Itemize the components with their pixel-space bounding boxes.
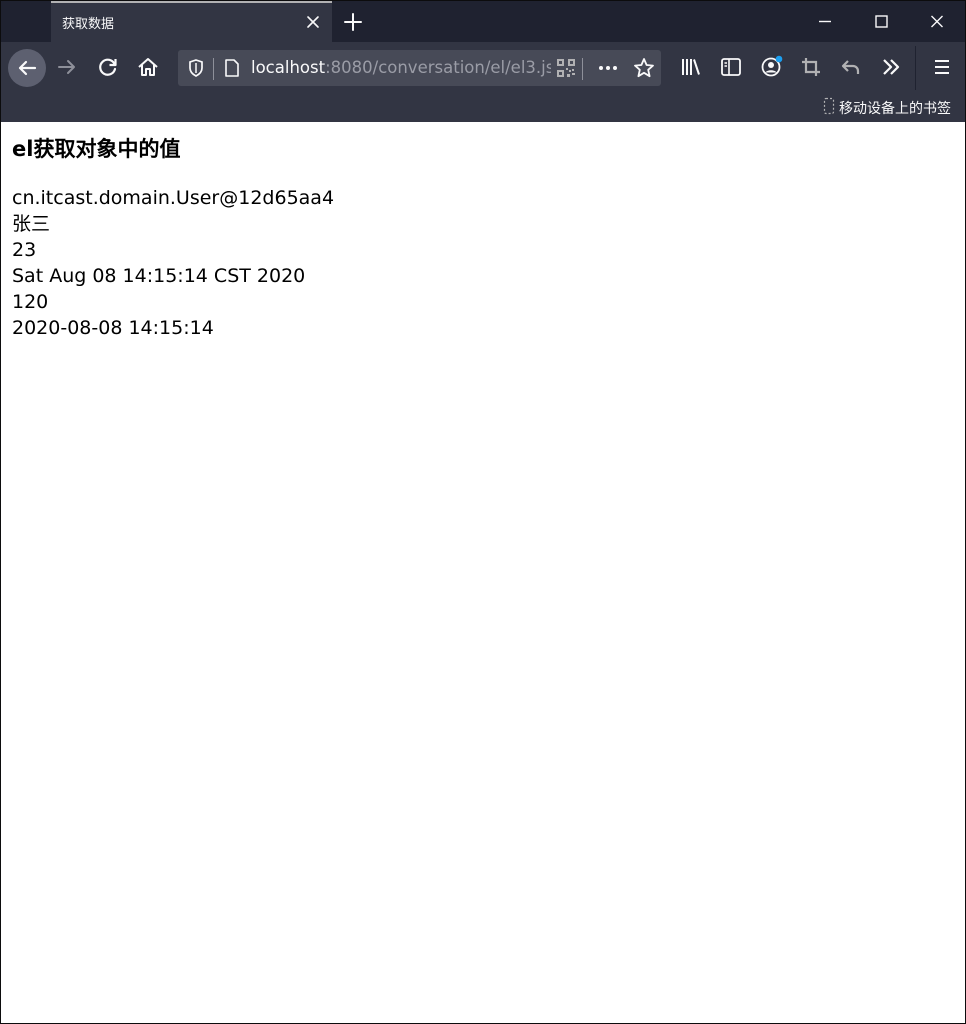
mobile-bookmarks-item[interactable]: 移动设备上的书签 [823,97,951,119]
minimize-icon[interactable] [797,1,853,42]
browser-window: 获取数据 localhost:8080/conversation/el/el3.… [0,0,966,1024]
url-separator-2 [582,58,583,80]
more-icon[interactable] [596,57,620,83]
menu-icon[interactable] [926,51,958,83]
output-lines: cn.itcast.domain.User@12d65aa4 张三 23 Sat… [12,185,952,341]
forward-icon[interactable] [51,51,83,83]
tab-title: 获取数据 [62,17,115,32]
tab-strip: 获取数据 [1,1,965,42]
mobile-bookmark-icon [823,97,835,119]
close-window-icon[interactable] [909,1,965,42]
output-line-date: Sat Aug 08 14:15:14 CST 2020 [12,265,306,287]
output-line-formatted-date: 2020-08-08 14:15:14 [12,317,214,339]
qr-code-icon[interactable] [556,58,576,82]
url-path: :8080/conversation/el/el3.jsp [325,58,551,77]
tab-active[interactable]: 获取数据 [51,1,332,42]
back-icon[interactable] [8,49,46,87]
tab-close-icon[interactable] [300,9,326,35]
page-content: el获取对象中的值 cn.itcast.domain.User@12d65aa4… [12,122,952,341]
star-icon[interactable] [632,56,656,84]
toolbar-separator [915,46,916,90]
crop-icon[interactable] [795,51,827,83]
nav-toolbar: localhost:8080/conversation/el/el3.jsp [1,42,965,94]
library-icon[interactable] [675,51,707,83]
page-icon[interactable] [222,57,242,83]
output-line-age: 23 [12,239,37,261]
url-bar[interactable]: localhost:8080/conversation/el/el3.jsp [178,50,661,86]
undo-icon[interactable] [835,51,867,83]
reload-icon[interactable] [92,51,124,83]
mobile-bookmarks-label: 移动设备上的书签 [839,101,951,117]
bookmarks-toolbar: 移动设备上的书签 [1,94,965,122]
output-line-value: 120 [12,291,49,313]
output-line-object: cn.itcast.domain.User@12d65aa4 [12,187,335,209]
output-line-name: 张三 [12,213,51,235]
url-text[interactable]: localhost:8080/conversation/el/el3.jsp [251,58,551,77]
url-host: localhost [251,58,326,77]
url-separator [213,58,214,80]
shield-icon[interactable] [186,57,206,83]
new-tab-plus-icon[interactable] [337,6,369,38]
maximize-icon[interactable] [853,1,909,42]
overflow-icon[interactable] [875,51,907,83]
home-icon[interactable] [132,51,164,83]
sidebar-icon[interactable] [715,51,747,83]
page-heading: el获取对象中的值 [12,137,181,161]
account-icon[interactable] [755,51,787,83]
